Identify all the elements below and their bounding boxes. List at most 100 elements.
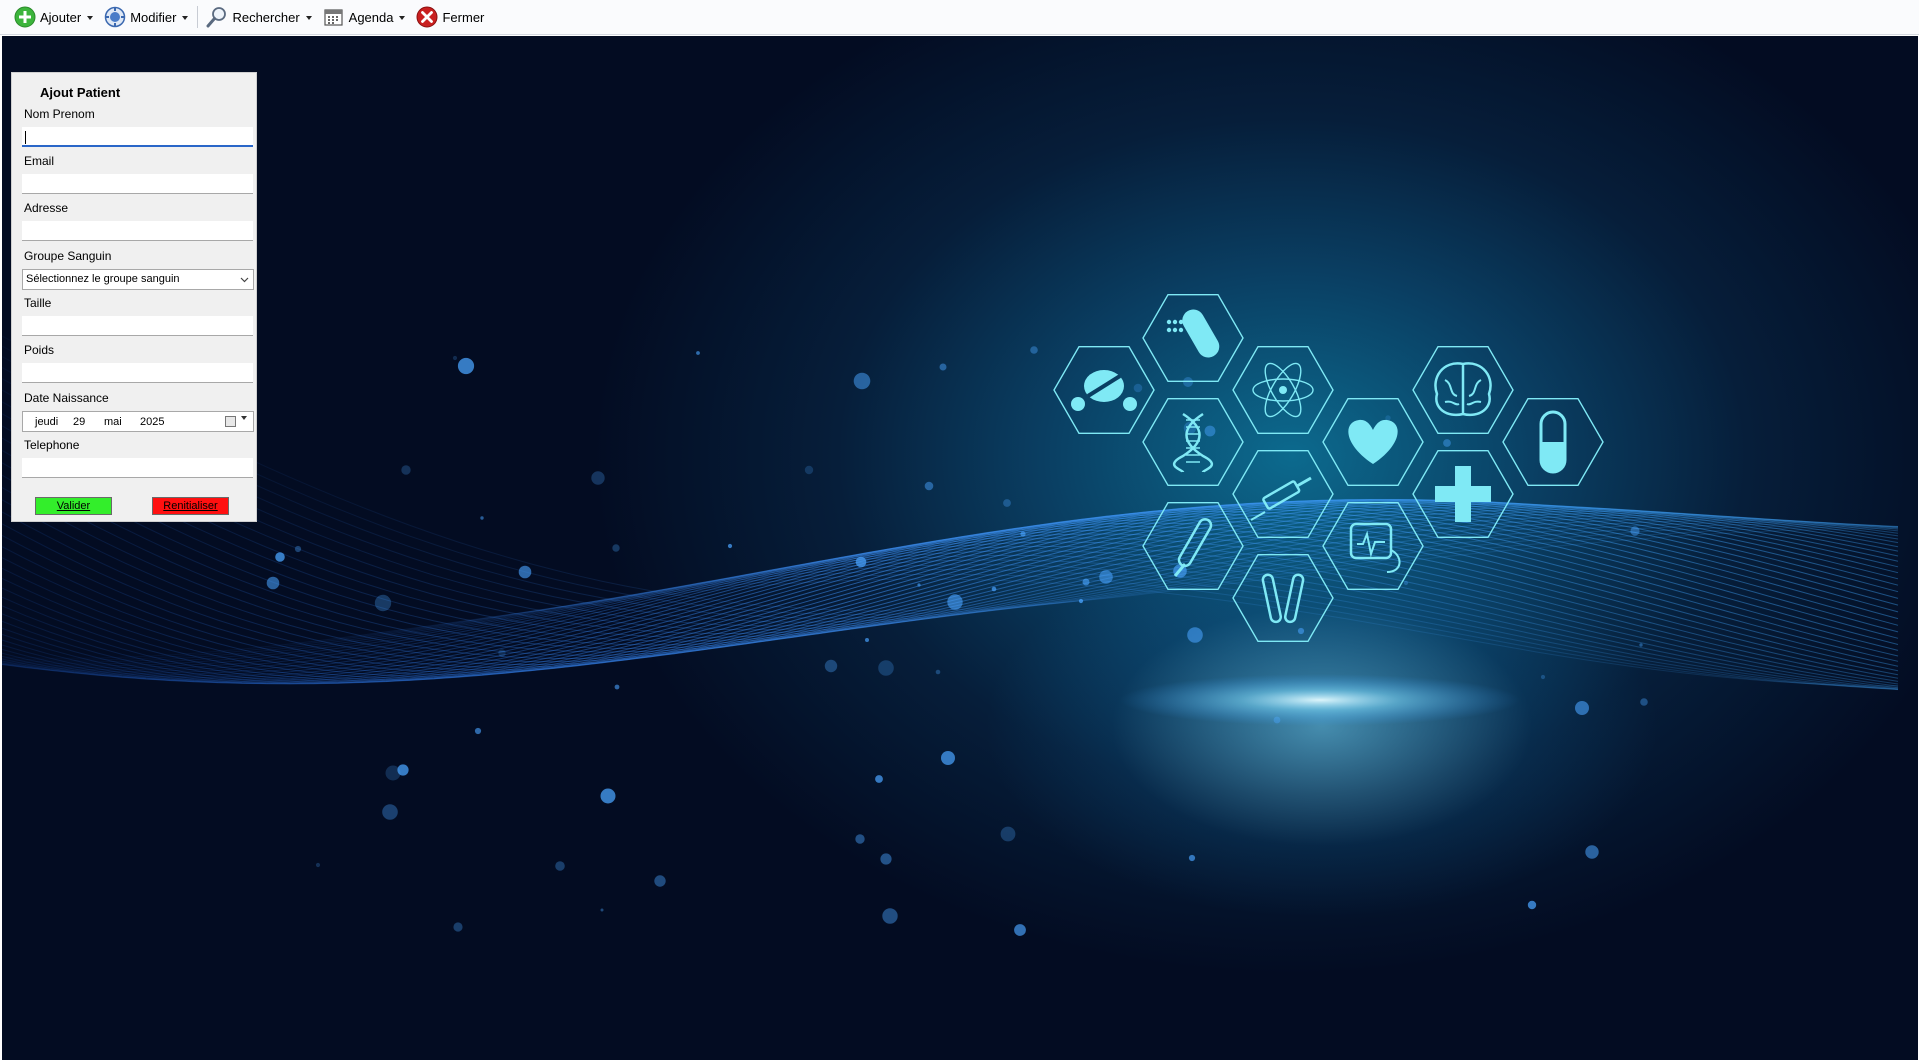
wave-line	[2, 367, 1899, 623]
medical-background-image	[2, 36, 1918, 1060]
add-icon	[14, 6, 36, 28]
bokeh-dot	[875, 775, 883, 783]
dna-icon	[1172, 412, 1214, 474]
heart-icon	[1348, 419, 1398, 464]
bokeh-dot	[600, 908, 604, 912]
bokeh-dot	[1078, 598, 1084, 604]
poids-label: Poids	[24, 343, 55, 357]
bokeh-dot	[294, 545, 302, 553]
bokeh-dot	[1640, 698, 1648, 706]
poids-input[interactable]	[22, 363, 253, 383]
modifier-menu-button[interactable]: Modifier	[100, 3, 192, 31]
bokeh-dot	[939, 363, 947, 371]
bokeh-dot	[401, 465, 411, 475]
calendar-icon[interactable]	[225, 416, 236, 427]
telephone-input[interactable]	[22, 458, 253, 478]
ajouter-label: Ajouter	[40, 9, 82, 25]
capsule-icon	[1539, 410, 1567, 474]
date-naissance-picker[interactable]: jeudi 29 mai 2025	[22, 411, 254, 432]
bokeh-dot	[1297, 627, 1305, 635]
bokeh-dot	[1082, 578, 1090, 586]
wave-line	[2, 537, 1899, 685]
background-graphic	[2, 294, 1899, 936]
date-naissance-label: Date Naissance	[24, 391, 109, 405]
agenda-menu-button[interactable]: Agenda	[319, 3, 410, 31]
modify-icon	[104, 6, 126, 28]
bokeh-dot	[1188, 854, 1196, 862]
hexagon-frame	[1142, 398, 1244, 486]
bokeh-dot	[1030, 346, 1038, 354]
wave-line	[2, 498, 1899, 677]
fermer-button[interactable]: Fermer	[412, 3, 488, 31]
wave-line	[2, 564, 1899, 690]
bokeh-dot	[878, 660, 894, 676]
valider-button[interactable]: Valider	[35, 497, 112, 515]
bokeh-dot	[991, 586, 997, 592]
wave-line	[2, 378, 1899, 627]
chevron-down-icon	[182, 16, 189, 20]
chevron-down-icon[interactable]	[241, 416, 247, 420]
search-icon	[206, 7, 227, 28]
bokeh-dot	[1133, 383, 1143, 393]
bokeh-dot	[882, 908, 898, 924]
bokeh-dot	[1099, 570, 1113, 584]
taille-input[interactable]	[22, 316, 253, 336]
bokeh-dot	[853, 372, 871, 390]
atom-icon	[1252, 362, 1314, 418]
toolbar-separator	[197, 6, 199, 28]
date-year: 2025	[140, 416, 165, 428]
bokeh-dot	[275, 552, 285, 562]
chevron-down-icon	[240, 277, 249, 283]
calendar-icon	[324, 9, 343, 26]
renitialiser-button[interactable]: Renitialiser	[152, 497, 229, 515]
bokeh-dot	[855, 834, 865, 844]
bokeh-dot	[1575, 701, 1589, 715]
bokeh-dot	[1639, 643, 1643, 647]
close-icon	[416, 6, 438, 28]
text-caret	[25, 131, 26, 144]
fermer-label: Fermer	[442, 9, 485, 25]
bokeh-dot	[1003, 499, 1011, 507]
adresse-label: Adresse	[24, 201, 69, 215]
bokeh-dot	[880, 853, 892, 865]
bokeh-dot	[804, 465, 814, 475]
modifier-label: Modifier	[130, 9, 177, 25]
bokeh-dot	[1630, 526, 1640, 536]
form-title: Ajout Patient	[40, 85, 121, 100]
capsule-pills-icon	[1166, 309, 1220, 358]
bokeh-dot	[1204, 425, 1216, 437]
bokeh-dot	[1385, 415, 1391, 421]
wave-line	[2, 498, 1899, 679]
bokeh-dot	[600, 788, 616, 804]
pills-icon	[1071, 370, 1137, 411]
bokeh-dot	[654, 875, 666, 887]
nom-prenom-input[interactable]	[22, 127, 253, 147]
email-input[interactable]	[22, 174, 253, 194]
bokeh-dot	[1014, 924, 1026, 936]
bokeh-dot	[935, 669, 941, 675]
bokeh-dot	[266, 576, 280, 590]
rechercher-menu-button[interactable]: Rechercher	[202, 3, 315, 31]
bokeh-dot	[457, 357, 475, 375]
bokeh-dot	[498, 649, 506, 657]
bokeh-dot	[1443, 439, 1451, 447]
main-toolbar: Ajouter Modifier Rechercher Agenda Ferme…	[0, 0, 1919, 35]
wave-line	[2, 504, 1899, 685]
bokeh-dot	[480, 516, 484, 520]
test-tubes-icon	[1261, 573, 1305, 624]
bokeh-dot	[614, 684, 620, 690]
bokeh-dot	[924, 481, 934, 491]
bokeh-dot	[1187, 627, 1203, 643]
rechercher-label: Rechercher	[232, 9, 300, 25]
date-month: mai	[104, 416, 122, 428]
bokeh-dot	[452, 355, 458, 361]
bokeh-dot	[1540, 674, 1546, 680]
adresse-input[interactable]	[22, 221, 253, 241]
bokeh-dot	[591, 471, 605, 485]
taille-label: Taille	[24, 296, 52, 310]
ajouter-menu-button[interactable]: Ajouter	[10, 3, 97, 31]
groupe-sanguin-selected: Sélectionnez le groupe sanguin	[26, 273, 180, 285]
ajout-patient-form: Ajout Patient Nom Prenom Email Adresse G…	[11, 72, 257, 522]
groupe-sanguin-select[interactable]: Sélectionnez le groupe sanguin	[22, 269, 254, 290]
bokeh-dot	[917, 583, 921, 587]
